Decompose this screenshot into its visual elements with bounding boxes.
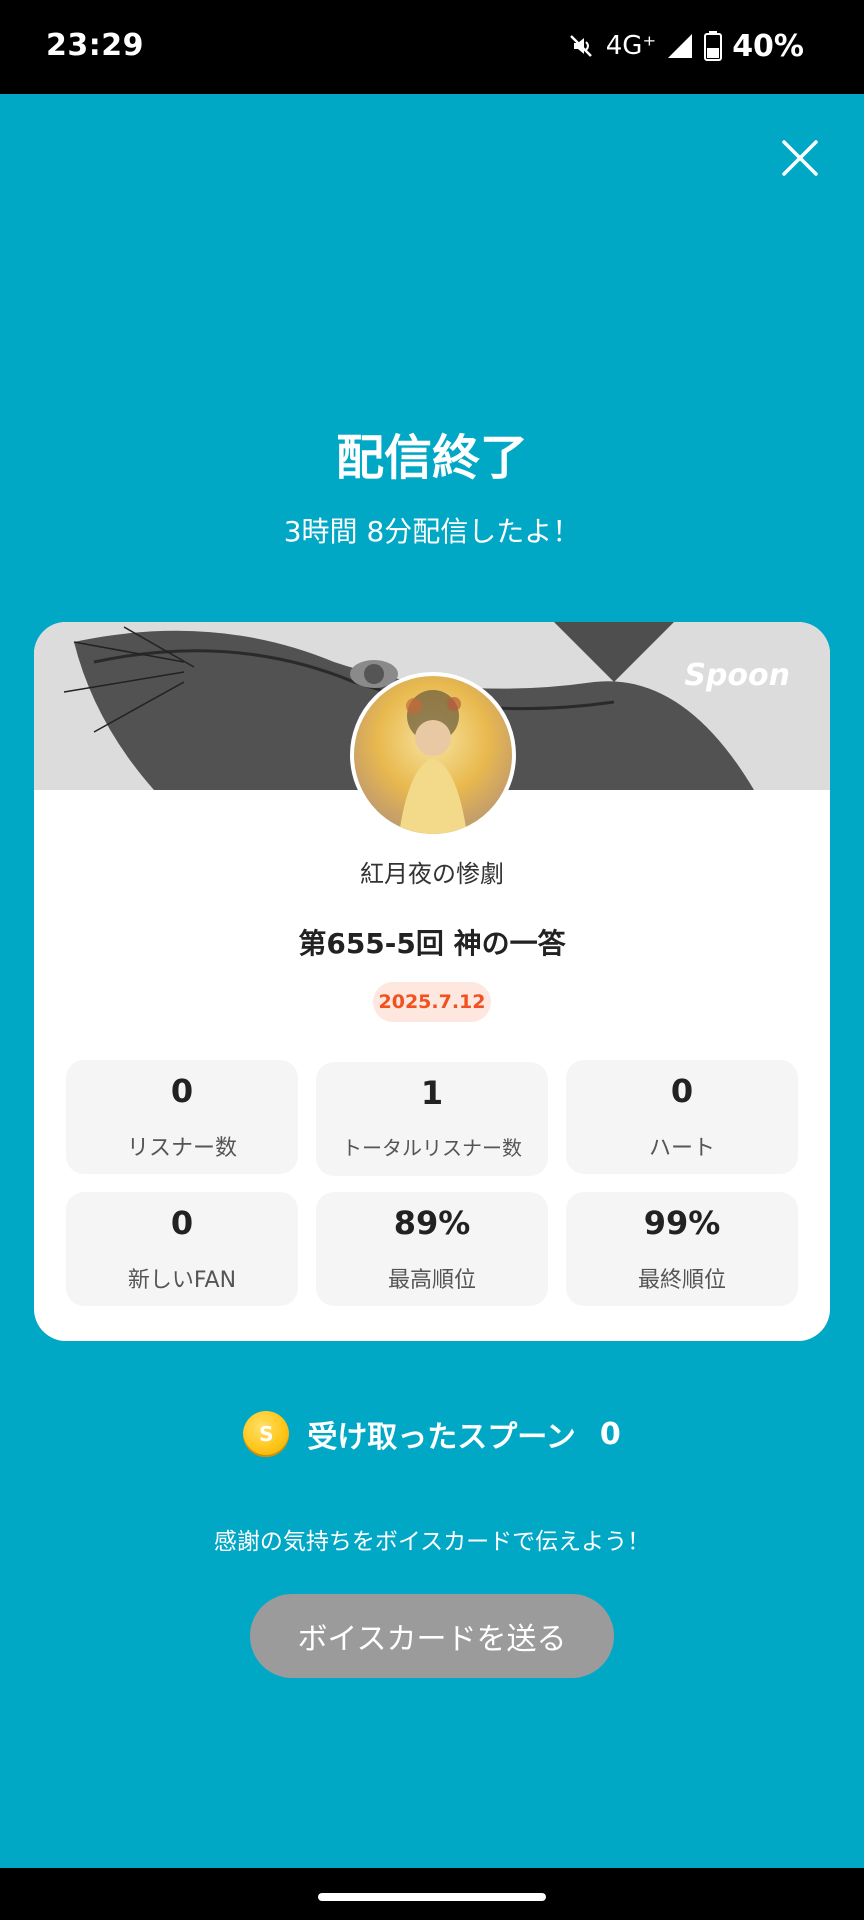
status-bar: 23:29 4G⁺ 40%	[0, 0, 864, 94]
mute-icon	[566, 31, 596, 61]
stat-label: ハート	[648, 1136, 715, 1161]
received-spoons-count: 0	[599, 1416, 621, 1452]
stat-label: 最高順位	[387, 1268, 476, 1293]
stat-new-fans: 0 新しいFAN	[66, 1192, 298, 1306]
dj-name: 紅月夜の惨劇	[360, 860, 504, 888]
thanks-message: 感謝の気持ちをボイスカードで伝えよう！	[213, 1529, 651, 1555]
close-icon	[782, 140, 818, 176]
stat-listeners: 0 リスナー数	[66, 1060, 298, 1174]
home-indicator[interactable]	[318, 1893, 546, 1901]
network-label: 4G⁺	[605, 31, 657, 61]
stat-total-listeners: 1 トータルリスナー数	[316, 1062, 548, 1176]
stat-label: リスナー数	[126, 1136, 237, 1161]
stat-value: 1	[420, 1074, 444, 1112]
send-voice-card-button[interactable]: ボイスカードを送る	[250, 1594, 614, 1678]
stat-final-rank: 99% 最終順位	[566, 1192, 798, 1306]
broadcast-duration: 3時間 8分配信したよ！	[283, 515, 581, 548]
stat-hearts: 0 ハート	[566, 1060, 798, 1174]
stat-highest-rank: 89% 最高順位	[316, 1192, 548, 1306]
stat-label: 最終順位	[637, 1268, 726, 1293]
signal-icon	[666, 32, 694, 60]
live-summary-card: Spoon 紅月夜の惨劇 第655-5回 神の一答 2025.7.12 0 リス…	[34, 622, 830, 1341]
spoon-logo: Spoon	[684, 658, 790, 693]
avatar	[350, 672, 516, 838]
battery-icon	[704, 31, 723, 61]
stat-value: 99%	[643, 1204, 721, 1242]
received-spoons: S 受け取ったスプーン 0	[0, 1410, 864, 1458]
spoon-coin-icon: S	[243, 1411, 290, 1457]
stat-value: 89%	[393, 1204, 471, 1242]
status-time: 23:29	[46, 28, 144, 63]
status-icons: 4G⁺ 40%	[566, 26, 804, 66]
stat-value: 0	[670, 1072, 694, 1110]
stat-label: 新しいFAN	[127, 1268, 237, 1293]
stat-label: トータルリスナー数	[342, 1136, 522, 1160]
stat-value: 0	[170, 1204, 194, 1242]
stat-value: 0	[170, 1072, 194, 1110]
live-title: 第655-5回 神の一答	[298, 927, 566, 960]
received-spoons-label: 受け取ったスプーン	[307, 1420, 576, 1455]
battery-percent: 40%	[732, 28, 804, 64]
date-badge: 2025.7.12	[373, 982, 491, 1022]
page-title: 配信終了	[335, 430, 528, 486]
close-button[interactable]	[772, 130, 828, 186]
